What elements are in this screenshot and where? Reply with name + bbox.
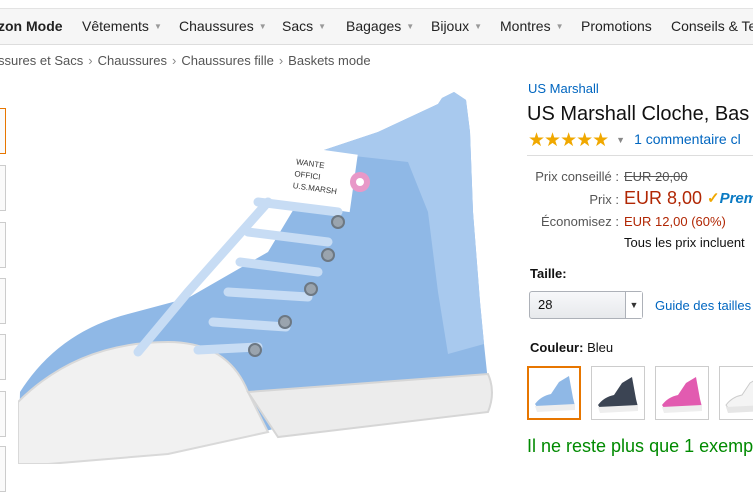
color-label: Couleur:: [530, 340, 584, 355]
chevron-down-icon: ▼: [318, 22, 327, 31]
prime-label: Prem: [719, 190, 753, 207]
breadcrumb-item[interactable]: ssures et Sacs: [0, 53, 83, 68]
image-thumbnail[interactable]: [0, 446, 6, 492]
stock-message: Il ne reste plus que 1 exemp: [527, 436, 753, 456]
product-title: US Marshall Cloche, Bas: [527, 103, 750, 125]
nav-item-conseils[interactable]: Conseils & Ten: [671, 18, 753, 34]
tax-note: Tous les prix incluent: [624, 235, 745, 250]
image-thumbnail[interactable]: [0, 278, 6, 324]
nav-item-promotions[interactable]: Promotions: [581, 18, 652, 34]
nav-brand[interactable]: zon Mode: [0, 18, 63, 34]
size-label: Taille:: [530, 266, 567, 281]
shoe-thumbnail-icon: [725, 380, 753, 413]
shoe-thumbnail-icon: [535, 376, 575, 412]
nav-item-label: Montres: [500, 18, 551, 34]
prime-badge[interactable]: ✓Prem: [707, 189, 753, 207]
nav-item-montres[interactable]: Montres ▼: [500, 18, 564, 34]
prime-check-icon: ✓: [707, 190, 720, 207]
nav-item-bagages[interactable]: Bagages ▼: [346, 18, 414, 34]
divider: [527, 155, 753, 156]
color-swatch-navy[interactable]: [591, 366, 645, 420]
top-strip: [0, 0, 753, 9]
nav-item-label: Sacs: [282, 18, 314, 34]
nav-item-label: Vêtements: [82, 18, 149, 34]
savings-amount: EUR 12,00 (60%): [624, 214, 726, 229]
image-thumbnail[interactable]: [0, 165, 6, 211]
chevron-down-icon[interactable]: ▼: [616, 135, 625, 145]
color-swatch-white[interactable]: [719, 366, 753, 420]
breadcrumb-item[interactable]: Chaussures: [98, 53, 167, 68]
image-thumbnail[interactable]: [0, 108, 6, 154]
product-image[interactable]: WANTE OFFICI U.S.MARSH: [18, 92, 498, 464]
reviews-link[interactable]: 1 commentaire cl: [634, 131, 741, 147]
nav-item-bijoux[interactable]: Bijoux ▼: [431, 18, 482, 34]
size-selected-value: 28: [538, 297, 553, 312]
image-thumbnail[interactable]: [0, 334, 6, 380]
image-thumbnail[interactable]: [0, 391, 6, 437]
breadcrumb: ssures et Sacs › Chaussures › Chaussures fil…: [0, 53, 371, 68]
rating-row: ★★★★★ ▼ 1 commentaire cl: [528, 129, 741, 151]
color-row: Couleur: Bleu: [530, 340, 613, 355]
breadcrumb-separator: ›: [278, 53, 284, 68]
nav-item-chaussures[interactable]: Chaussures ▼: [179, 18, 267, 34]
breadcrumb-item[interactable]: Baskets mode: [288, 53, 370, 68]
list-price-label: Prix conseillé :: [535, 169, 619, 184]
brand-link[interactable]: US Marshall: [528, 81, 599, 96]
chevron-down-icon: ▼: [258, 22, 267, 31]
chevron-down-icon: ▼: [474, 22, 483, 31]
savings-label: Économisez :: [540, 214, 619, 229]
list-price: EUR 20,00: [624, 169, 688, 184]
chevron-down-icon: ▼: [555, 22, 564, 31]
color-swatch-pink[interactable]: [655, 366, 709, 420]
chevron-down-icon[interactable]: ▼: [625, 292, 642, 318]
star-rating-icon[interactable]: ★★★★★: [528, 130, 609, 151]
breadcrumb-separator: ›: [171, 53, 177, 68]
breadcrumb-item[interactable]: Chaussures fille: [181, 53, 274, 68]
nav-item-sacs[interactable]: Sacs ▼: [282, 18, 326, 34]
shoe-thumbnail-icon: [662, 377, 702, 413]
price-label: Prix :: [589, 192, 619, 207]
color-selected-value: Bleu: [587, 340, 614, 355]
nav-item-vetements[interactable]: Vêtements ▼: [82, 18, 162, 34]
chevron-down-icon: ▼: [406, 22, 415, 31]
size-select[interactable]: 28 ▼: [529, 291, 643, 319]
current-price: EUR 8,00: [624, 188, 703, 208]
size-guide-link[interactable]: Guide des tailles: [655, 298, 751, 313]
nav-item-label: Bijoux: [431, 18, 470, 34]
breadcrumb-separator: ›: [88, 53, 93, 68]
shoe-thumbnail-icon: [598, 377, 638, 413]
nav-item-label: Bagages: [346, 18, 402, 34]
nav-item-label: Chaussures: [179, 18, 254, 34]
image-thumbnail[interactable]: [0, 222, 6, 268]
chevron-down-icon: ▼: [153, 22, 162, 31]
category-nav: zon Mode Vêtements ▼ Chaussures ▼ Sacs ▼ Ba…: [0, 9, 753, 45]
color-swatch-light-blue[interactable]: [527, 366, 581, 420]
